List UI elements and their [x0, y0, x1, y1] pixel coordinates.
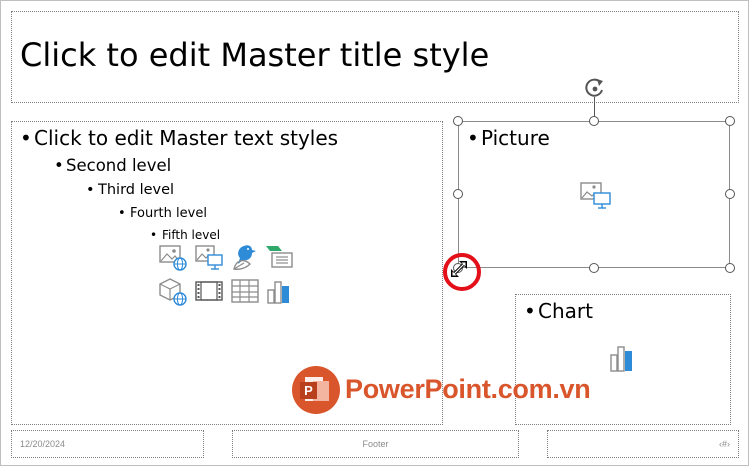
picture-icon[interactable]	[579, 180, 613, 210]
footer-text: Footer	[362, 439, 389, 449]
text-level-3: Third level	[86, 182, 174, 198]
chart-insert-icon[interactable]	[264, 276, 294, 306]
table-icon[interactable]	[230, 276, 260, 306]
title-text: Click to edit Master title style	[20, 36, 490, 74]
smartart-icon[interactable]	[264, 242, 294, 272]
chart-label: Chart	[524, 299, 593, 323]
icon-insert-icon[interactable]	[230, 242, 260, 272]
online-picture-icon[interactable]	[158, 242, 188, 272]
svg-text:P: P	[304, 383, 313, 398]
chart-icon[interactable]	[609, 343, 637, 373]
3d-model-icon[interactable]	[158, 276, 188, 306]
rotate-handle-icon[interactable]	[584, 77, 606, 99]
resize-handle-bottom[interactable]	[589, 263, 599, 273]
watermark-text: PowerPoint.com.vn	[345, 374, 591, 404]
resize-handle-top-right[interactable]	[725, 116, 735, 126]
picture-label: Picture	[467, 126, 550, 150]
video-icon[interactable]	[194, 276, 224, 306]
resize-handle-top[interactable]	[589, 116, 599, 126]
resize-handle-right[interactable]	[725, 189, 735, 199]
slide-number-placeholder[interactable]: ‹#›	[547, 430, 739, 458]
title-placeholder[interactable]: Click to edit Master title style	[11, 11, 739, 103]
powerpoint-logo-icon: P	[291, 365, 341, 415]
picture-placeholder[interactable]: Picture	[458, 121, 730, 268]
picture-icon[interactable]	[194, 242, 224, 272]
text-level-2: Second level	[54, 156, 171, 175]
insert-content-icons	[158, 242, 298, 308]
slide-number-text: ‹#›	[719, 439, 730, 449]
resize-handle-bottom-right[interactable]	[725, 263, 735, 273]
diagonal-resize-cursor-icon	[449, 259, 469, 279]
text-level-5: Fifth level	[150, 228, 220, 242]
footer-placeholder[interactable]: Footer	[232, 430, 519, 458]
resize-handle-left[interactable]	[453, 189, 463, 199]
date-placeholder[interactable]: 12/20/2024	[11, 430, 204, 458]
text-level-1: Click to edit Master text styles	[20, 126, 338, 150]
slide-master-canvas: Click to edit Master title style Click t…	[0, 0, 749, 466]
date-text: 12/20/2024	[20, 439, 66, 449]
resize-handle-top-left[interactable]	[453, 116, 463, 126]
text-level-4: Fourth level	[118, 206, 207, 221]
watermark: P PowerPoint.com.vn	[291, 365, 591, 415]
